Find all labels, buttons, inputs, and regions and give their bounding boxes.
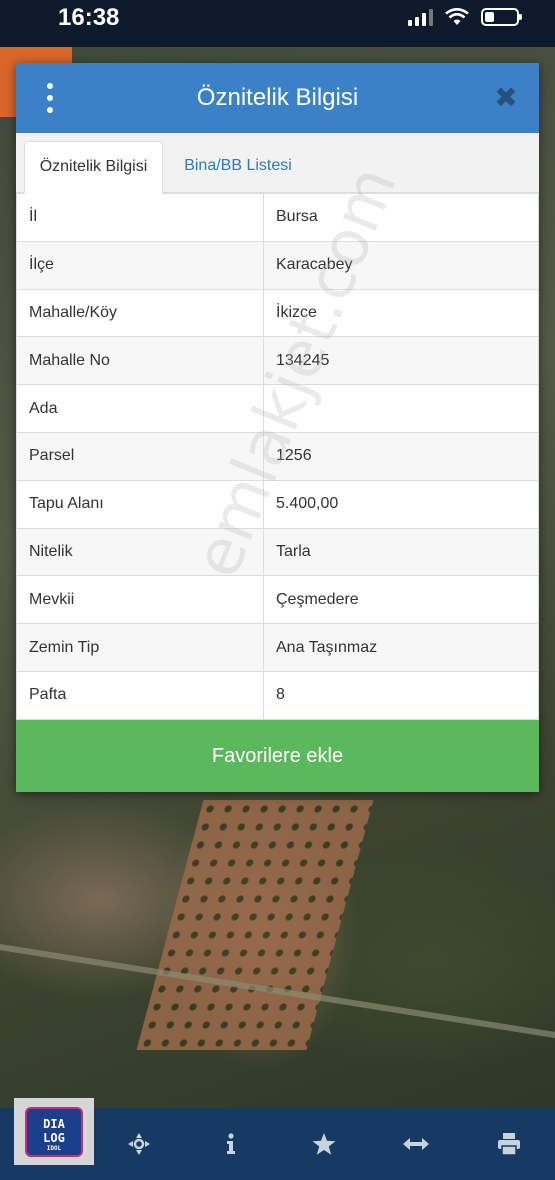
table-row: İlçe Karacabey — [16, 240, 539, 290]
table-row: Mevkii Çeşmedere — [16, 575, 539, 625]
tab-building-list[interactable]: Bina/BB Listesi — [168, 141, 308, 194]
row-value — [263, 384, 539, 433]
row-value: Ana Taşınmaz — [263, 623, 539, 672]
table-row: Ada — [16, 384, 539, 433]
row-label: Tapu Alanı — [16, 479, 264, 529]
row-value: 8 — [263, 670, 539, 720]
row-label: Pafta — [16, 670, 264, 720]
print-icon[interactable] — [463, 1108, 555, 1180]
app-logo: DIA LOG IDOL — [14, 1098, 94, 1165]
row-label: İl — [16, 193, 264, 242]
more-options-icon[interactable] — [42, 83, 58, 113]
table-row: Tapu Alanı 5.400,00 — [16, 479, 539, 529]
row-value: 134245 — [263, 336, 539, 386]
row-value: 1256 — [263, 431, 539, 481]
cellular-signal-icon — [408, 8, 433, 26]
arrows-horizontal-icon[interactable] — [370, 1108, 463, 1180]
dialog-header: Öznitelik Bilgisi ✖ — [16, 63, 539, 133]
table-row: Pafta 8 — [16, 670, 539, 720]
logo-sub: IDOL — [46, 1144, 62, 1152]
row-value: Tarla — [263, 527, 539, 577]
row-label: İlçe — [16, 240, 264, 290]
table-row: Parsel 1256 — [16, 431, 539, 481]
row-label: Mahalle No — [16, 336, 264, 386]
row-value: Çeşmedere — [263, 575, 539, 625]
row-value: İkizce — [263, 288, 539, 338]
table-row: Mahalle/Köy İkizce — [16, 288, 539, 338]
status-time: 16:38 — [58, 4, 120, 31]
battery-icon — [481, 8, 522, 26]
wifi-icon — [445, 8, 469, 25]
row-label: Ada — [16, 384, 264, 433]
row-value: Bursa — [263, 193, 539, 242]
row-value: 5.400,00 — [263, 479, 539, 529]
status-bar: 16:38 — [0, 0, 555, 47]
attribute-info-dialog: Öznitelik Bilgisi ✖ Öznitelik Bilgisi Bi… — [16, 63, 539, 792]
map-orchard-field — [136, 800, 374, 1050]
row-label: Nitelik — [16, 527, 264, 577]
row-label: Parsel — [16, 431, 264, 481]
crosshair-icon[interactable] — [93, 1108, 186, 1180]
table-row: Zemin Tip Ana Taşınmaz — [16, 623, 539, 672]
table-row: İl Bursa — [16, 193, 539, 242]
table-row: Nitelik Tarla — [16, 527, 539, 577]
dialog-title: Öznitelik Bilgisi — [196, 84, 359, 111]
status-icons — [408, 8, 522, 26]
attribute-table: İl Bursa İlçe Karacabey Mahalle/Köy İkizce … — [16, 193, 539, 720]
table-row: Mahalle No 134245 — [16, 336, 539, 386]
add-to-favorites-button[interactable]: Favorilere ekle — [16, 720, 539, 792]
row-label: Mahalle/Köy — [16, 288, 264, 338]
info-icon[interactable] — [185, 1108, 278, 1180]
tab-bar: Öznitelik Bilgisi Bina/BB Listesi — [16, 133, 539, 194]
logo-line1: DIA — [43, 1116, 65, 1131]
logo-line2: LOG — [43, 1130, 65, 1145]
row-label: Zemin Tip — [16, 623, 264, 672]
row-value: Karacabey — [263, 240, 539, 290]
tab-attribute-info[interactable]: Öznitelik Bilgisi — [24, 141, 163, 194]
row-label: Mevkii — [16, 575, 264, 625]
logo-badge: DIA LOG IDOL — [25, 1106, 83, 1157]
close-icon[interactable]: ✖ — [491, 83, 521, 113]
star-icon[interactable] — [278, 1108, 371, 1180]
